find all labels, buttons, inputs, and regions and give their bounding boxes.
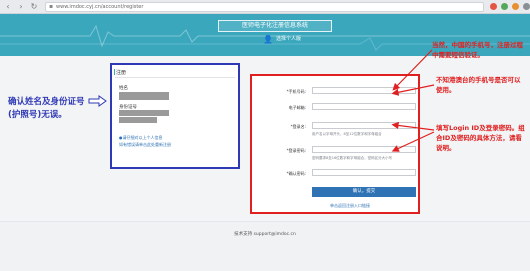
confirm-password-input[interactable] (312, 169, 416, 176)
registration-form: *手机号码: 电子邮箱: *登录名: 用户名以字母开头，6至12位数字和字母组合… (250, 74, 420, 214)
extension-icon-orange[interactable] (512, 3, 520, 10)
check-info-note: ●请仔细对以上个人信息 (119, 135, 163, 140)
annotation-hk-note: 不知港澳台的手机号是否可以使用。 (436, 76, 521, 94)
annotation-phone-note: 当然，中国的手机号，注册过程中需要短信验证。 (432, 41, 523, 59)
lock-icon: ▪ (48, 3, 54, 10)
password-label: *登录密码: (286, 148, 306, 153)
email-label: 电子邮箱: (288, 105, 306, 110)
divider (115, 77, 235, 78)
select-personal-version[interactable]: 选择个人版 (276, 35, 301, 44)
password-hint: 密码要求8至16位数字和字母组合，密码区分大小写 (312, 156, 393, 160)
panel-title: 注册 (113, 69, 127, 76)
address-bar[interactable]: ▪ www.imdoc.cyj.cn/account/register (44, 1, 485, 12)
page-footer: 技术支持 support@imdoc.cn (0, 221, 530, 271)
phone-label: *手机号码: (286, 89, 306, 94)
extension-icon-green[interactable] (501, 3, 509, 10)
annotation-login-note: 填写Login ID及登录密码。组合ID及密码的具体方法，请看说明。 (436, 124, 525, 152)
confirm-password-label: *确认密码: (286, 171, 306, 176)
submit-button[interactable]: 确认，提交 (312, 187, 416, 197)
return-link[interactable]: 单击返回注册入口链接 (330, 203, 370, 209)
id-redacted-2 (119, 117, 157, 123)
login-label: *登录名: (290, 124, 306, 129)
login-hint: 用户名以字母开头，6至12位数字和字母组合 (312, 132, 382, 136)
login-input[interactable] (312, 122, 416, 129)
back-arrow-icon[interactable]: ‹ (3, 2, 13, 12)
registration-info-panel: 注册 姓名 身份证号 ●请仔细对以上个人信息 如有错误请单击此处重新注册 (110, 63, 240, 169)
annotation-confirm-identity: 确认姓名及身份证号(护照号)无误。 (8, 97, 85, 120)
extension-icon-red[interactable] (490, 3, 498, 10)
email-input[interactable] (312, 103, 416, 110)
reload-icon[interactable]: ↻ (29, 2, 39, 12)
user-icon: 👤 (263, 35, 273, 44)
password-input[interactable] (312, 146, 416, 153)
menu-icon[interactable] (523, 3, 530, 10)
forward-arrow-icon[interactable]: › (16, 2, 26, 12)
address-url: www.imdoc.cyj.cn/account/register (56, 3, 144, 10)
browser-toolbar: ‹ › ↻ ▪ www.imdoc.cyj.cn/account/registe… (0, 0, 530, 14)
name-redacted (119, 92, 169, 100)
footer-support: 技术支持 support@imdoc.cn (234, 232, 296, 237)
name-label: 姓名 (119, 86, 128, 91)
id-redacted-1 (119, 110, 169, 116)
phone-input[interactable] (312, 87, 416, 94)
browser-extension-icons (490, 3, 530, 10)
reregister-link[interactable]: 如有错误请单击此处重新注册 (119, 142, 171, 148)
system-title: 医师电子化注册信息系统 (218, 20, 332, 32)
